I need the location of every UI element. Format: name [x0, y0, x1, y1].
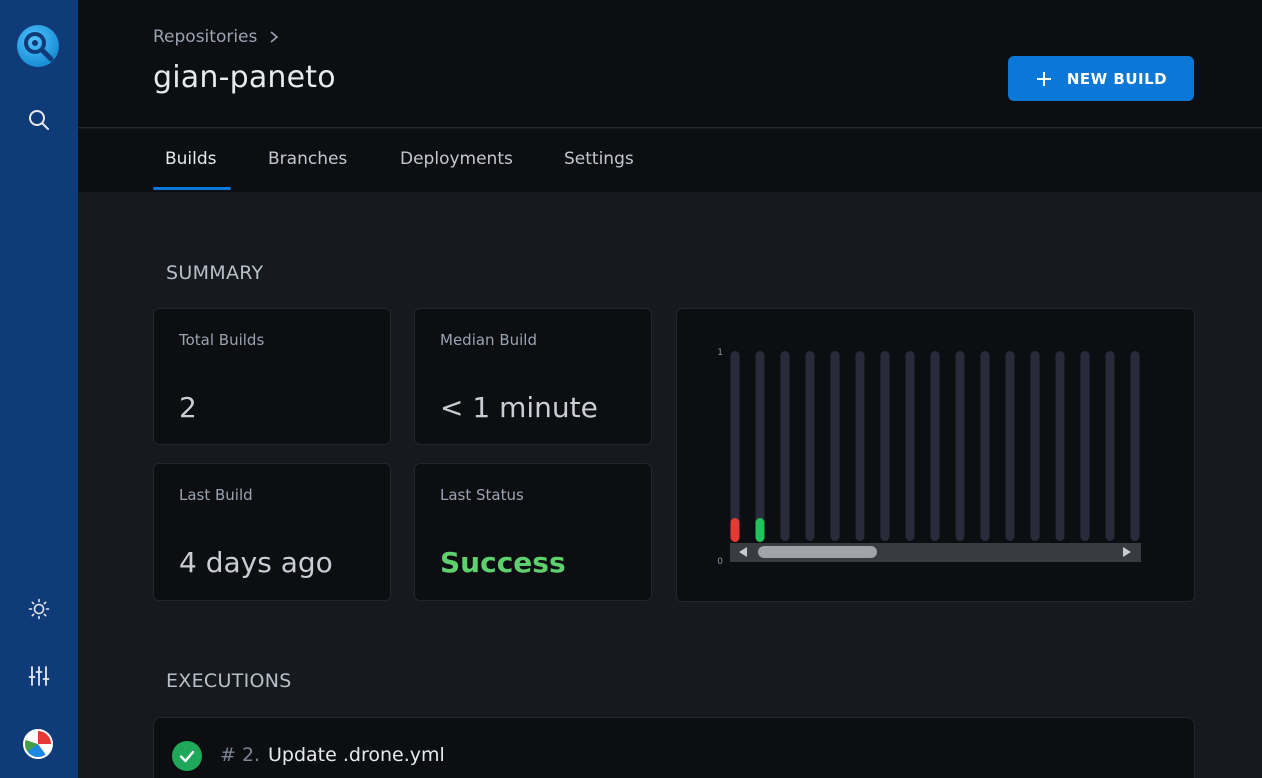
- median-build-label: Median Build: [440, 331, 537, 349]
- total-builds-value: 2: [179, 391, 197, 424]
- success-check-icon: [172, 741, 202, 771]
- execution-message[interactable]: Update .drone.yml: [268, 744, 445, 766]
- chart-bar-track: [955, 351, 965, 541]
- median-build-value: < 1 minute: [440, 391, 598, 424]
- chevron-right-icon: [270, 31, 279, 43]
- chart-bar-track: [980, 351, 990, 541]
- chart-bar-track: [1030, 351, 1040, 541]
- tab-deployments[interactable]: Deployments: [400, 149, 513, 169]
- chart-scrollbar-thumb: [758, 546, 877, 558]
- executions-heading: EXECUTIONS: [166, 670, 292, 692]
- new-build-label: NEW BUILD: [1066, 69, 1168, 88]
- tab-settings[interactable]: Settings: [564, 149, 634, 169]
- y-tick-label: 0: [717, 557, 723, 567]
- chart-bar-track: [1055, 351, 1065, 541]
- breadcrumb-repositories-link[interactable]: Repositories: [153, 27, 257, 47]
- avatar[interactable]: [23, 729, 53, 759]
- execution-number: # 2.: [220, 744, 261, 766]
- theme-toggle-icon[interactable]: [24, 594, 54, 624]
- chart-bar-failure: [730, 518, 740, 542]
- chart-bar-track: [780, 351, 790, 541]
- chart-bar-track: [880, 351, 890, 541]
- search-icon[interactable]: [24, 105, 54, 135]
- last-status-card: Last Status Success: [414, 463, 652, 601]
- last-build-card: Last Build 4 days ago: [153, 463, 391, 601]
- tab-builds[interactable]: Builds: [165, 149, 217, 169]
- chart-bar-track: [755, 351, 765, 541]
- chart-svg: 10: [717, 348, 1141, 567]
- last-build-label: Last Build: [179, 486, 253, 504]
- chart-bar-track: [1080, 351, 1090, 541]
- chart-bar-track: [905, 351, 915, 541]
- chart-bar-track: [730, 351, 740, 541]
- median-build-card: Median Build < 1 minute: [414, 308, 652, 445]
- sidebar: [0, 0, 78, 778]
- build-history-chart: 10: [676, 308, 1195, 602]
- chart-bar-track: [1105, 351, 1115, 541]
- chart-bar-track: [1005, 351, 1015, 541]
- settings-sliders-icon[interactable]: [24, 661, 54, 691]
- last-status-value: Success: [440, 546, 566, 579]
- breadcrumb: Repositories: [153, 27, 279, 47]
- total-builds-label: Total Builds: [179, 331, 265, 349]
- total-builds-card: Total Builds 2: [153, 308, 391, 445]
- chart-bar-success: [755, 518, 765, 542]
- tab-bar: Builds Branches Deployments Settings: [78, 129, 1262, 192]
- page-title: gian-paneto: [153, 60, 336, 95]
- chart-bar-track: [930, 351, 940, 541]
- plus-icon: [1036, 71, 1051, 86]
- execution-row[interactable]: # 2. Update .drone.yml: [153, 717, 1195, 778]
- chart-bar-track: [830, 351, 840, 541]
- active-tab-indicator: [153, 187, 231, 190]
- summary-heading: SUMMARY: [166, 262, 264, 284]
- logo-icon[interactable]: [17, 25, 59, 67]
- new-build-button[interactable]: NEW BUILD: [1008, 56, 1194, 101]
- y-tick-label: 1: [717, 348, 723, 358]
- repo-header: Repositories gian-paneto NEW BUILD: [78, 0, 1262, 128]
- chart-bar-track: [1130, 351, 1140, 541]
- last-status-label: Last Status: [440, 486, 524, 504]
- chart-bar-track: [805, 351, 815, 541]
- tab-branches[interactable]: Branches: [268, 149, 347, 169]
- chart-bar-track: [855, 351, 865, 541]
- last-build-value: 4 days ago: [179, 546, 333, 579]
